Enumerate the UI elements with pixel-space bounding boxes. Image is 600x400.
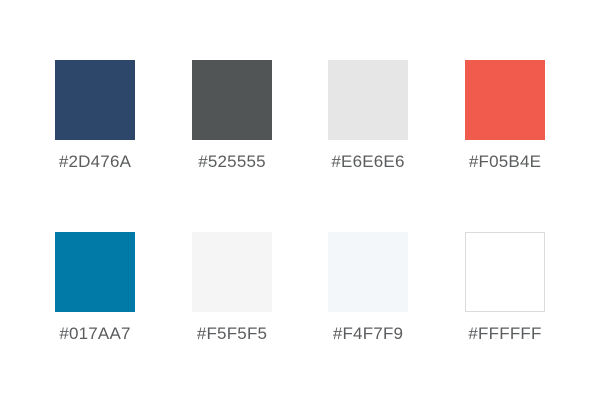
swatch-card: #E6E6E6 — [313, 60, 423, 180]
swatch-hex-label: #F5F5F5 — [196, 324, 268, 343]
swatch-hex-label: #F4F7F9 — [332, 324, 404, 343]
color-swatch — [465, 60, 545, 140]
swatch-card: #525555 — [177, 60, 287, 180]
swatch-hex-label: #F05B4E — [468, 152, 542, 171]
swatch-hex-label: #2D476A — [58, 152, 132, 171]
color-swatch — [192, 232, 272, 312]
swatch-hex-label: #E6E6E6 — [331, 152, 405, 171]
swatch-card: #2D476A — [40, 60, 150, 180]
color-swatch — [192, 60, 272, 140]
color-swatch — [55, 232, 135, 312]
swatch-card: #017AA7 — [40, 232, 150, 352]
swatch-hex-label: #FFFFFF — [468, 324, 542, 343]
swatch-hex-label: #525555 — [198, 152, 266, 171]
color-palette: #2D476A #525555 #E6E6E6 #F05B4E #017AA7 … — [0, 0, 600, 400]
swatch-hex-label: #017AA7 — [59, 324, 131, 343]
color-swatch — [55, 60, 135, 140]
swatch-card: #F5F5F5 — [177, 232, 287, 352]
swatch-card: #F05B4E — [450, 60, 560, 180]
swatch-card: #FFFFFF — [450, 232, 560, 352]
color-swatch — [328, 232, 408, 312]
swatch-card: #F4F7F9 — [313, 232, 423, 352]
color-swatch — [465, 232, 545, 312]
color-swatch — [328, 60, 408, 140]
